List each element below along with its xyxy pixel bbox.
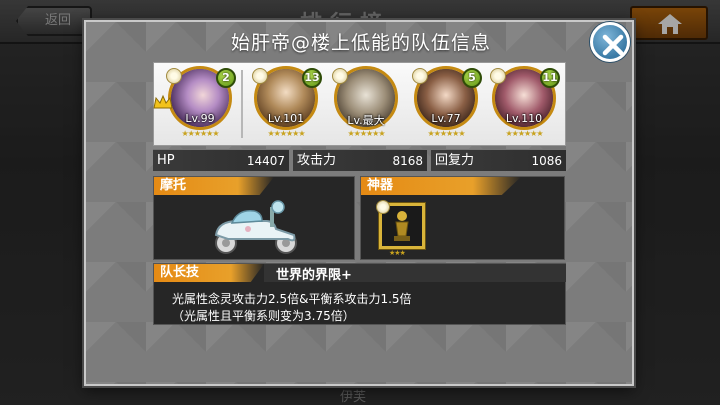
leader-skill-name: 世界的界限+ <box>276 268 352 283</box>
member-stars: ★★★★★★ <box>427 129 465 138</box>
crown-icon <box>153 94 173 109</box>
team-member-1[interactable]: 2 Lv.99 ★★★★★★ <box>164 66 236 142</box>
light-attribute-icon <box>252 68 268 84</box>
stat-recovery: 回复力 1086 <box>431 149 566 171</box>
close-icon <box>602 34 624 56</box>
artifact-icon <box>394 211 410 241</box>
team-member-4[interactable]: 5 Lv.77 ★★★★★★ <box>410 66 482 142</box>
member-cost-badge: 11 <box>540 68 560 88</box>
light-attribute-icon <box>332 68 348 84</box>
light-attribute-icon <box>412 68 428 84</box>
artifact-header: 神器 <box>361 177 521 195</box>
member-stars: ★★★★★★ <box>181 129 219 138</box>
artifact-section[interactable]: 神器 ★★★ <box>360 176 565 260</box>
mount-section[interactable]: 摩托 <box>153 176 355 260</box>
stat-attack: 攻击力 8168 <box>293 149 427 171</box>
modal-title: 始肝帝@楼上低能的队伍信息 <box>230 32 491 54</box>
artifact-stars: ★★★ <box>389 249 406 257</box>
member-level: Lv.99 <box>185 112 215 125</box>
member-level: Lv.110 <box>505 112 543 125</box>
team-member-5[interactable]: 11 Lv.110 ★★★★★★ <box>488 66 560 142</box>
team-member-2[interactable]: 13 Lv.101 ★★★★★★ <box>250 66 322 142</box>
stat-attack-value: 8168 <box>392 154 423 168</box>
member-level: Lv.77 <box>431 112 461 125</box>
leader-skill-desc-line2: （光属性且平衡系则变为3.75倍） <box>172 309 355 323</box>
member-level: Lv.最大 <box>347 114 385 127</box>
stat-recovery-value: 1086 <box>531 154 562 168</box>
artifact-attribute-icon <box>376 200 390 214</box>
stat-attack-label: 攻击力 <box>297 153 337 168</box>
leader-divider <box>241 70 243 138</box>
member-stars: ★★★★★★ <box>347 129 385 138</box>
member-cost-badge: 2 <box>216 68 236 88</box>
close-button[interactable] <box>590 22 630 62</box>
artifact-frame <box>376 200 425 249</box>
member-cost-badge: 5 <box>462 68 482 88</box>
mount-header: 摩托 <box>154 177 274 195</box>
stat-hp-value: 14407 <box>246 154 285 168</box>
light-attribute-icon <box>490 68 506 84</box>
team-stats-row: HP 14407 攻击力 8168 回复力 1086 <box>153 149 566 171</box>
member-level: Lv.101 <box>267 112 305 125</box>
leader-skill-header: 队长技 <box>154 264 264 282</box>
leader-skill-desc-line1: 光属性念灵攻击力2.5倍&平衡系攻击力1.5倍 <box>172 292 412 306</box>
scooter-icon <box>214 200 297 254</box>
light-attribute-icon <box>166 68 182 84</box>
stat-hp: HP 14407 <box>153 149 289 171</box>
member-cost-badge: 13 <box>302 68 322 88</box>
member-stars: ★★★★★★ <box>267 129 305 138</box>
team-member-3[interactable]: Lv.最大 ★★★★★★ <box>330 66 402 142</box>
member-stars: ★★★★★★ <box>505 129 543 138</box>
stat-hp-label: HP <box>157 153 175 168</box>
stat-recovery-label: 回复力 <box>435 153 475 168</box>
